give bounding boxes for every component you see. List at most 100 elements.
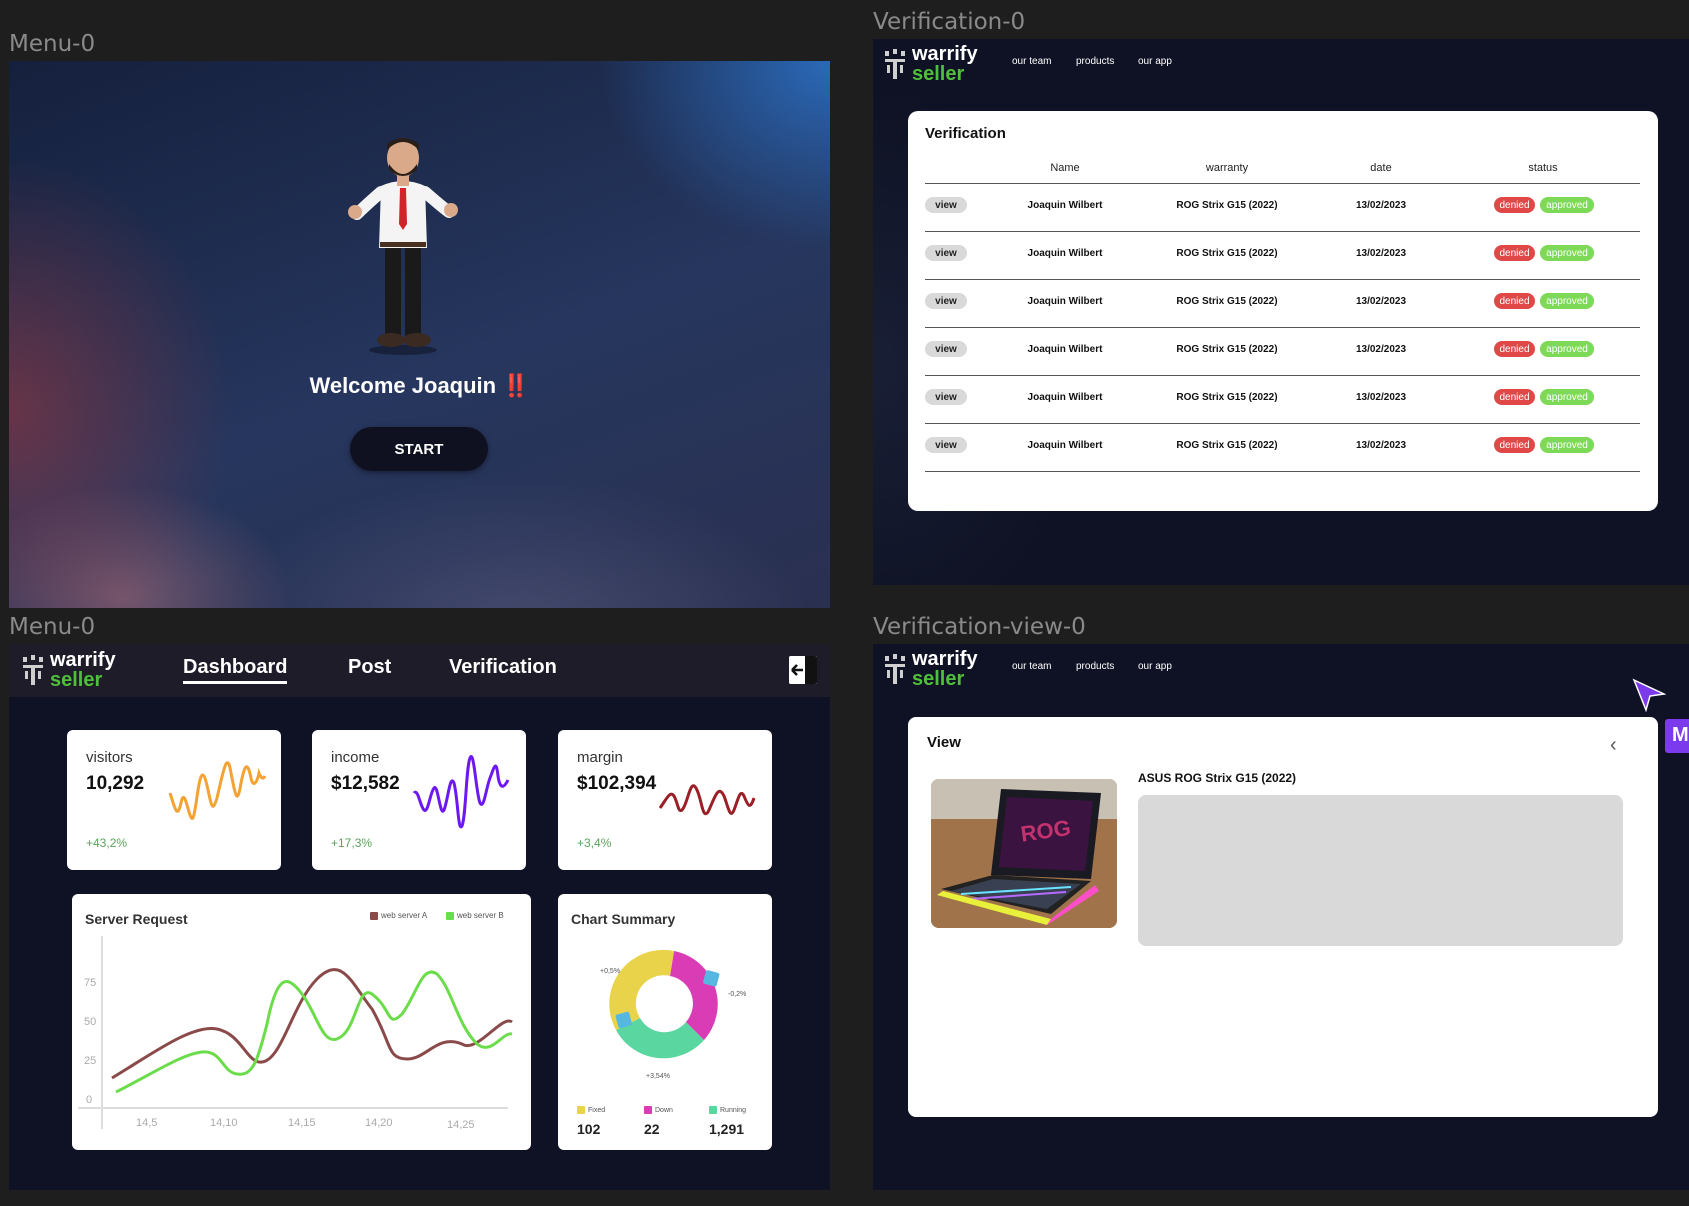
nav-products[interactable]: products	[1076, 56, 1114, 67]
brand-sub: seller	[912, 63, 965, 85]
cell-warranty: ROG Strix G15 (2022)	[1176, 248, 1278, 259]
stat-card-income: income $12,582 +17,3%	[312, 730, 526, 870]
deny-button[interactable]: denied	[1494, 389, 1535, 405]
view-button[interactable]: view	[925, 437, 967, 453]
cell-name: Joaquin Wilbert	[1027, 392, 1103, 403]
chart-summary-card: Chart Summary +0,5% -0,2% +3,54% Fixed D…	[558, 894, 772, 1150]
column-header-warranty: warranty	[1205, 162, 1249, 174]
product-details-box	[1138, 795, 1623, 946]
line-chart: 0 25 50 75 14,5 14,10 14,15 14,20 14,25	[78, 936, 513, 1131]
cell-date: 13/02/2023	[1355, 200, 1407, 211]
stat-value: 10,292	[86, 773, 145, 794]
column-header-status: status	[1528, 162, 1558, 174]
cell-date: 13/02/2023	[1355, 248, 1407, 259]
chevron-left-icon[interactable]: ‹	[1610, 735, 1617, 755]
sparkline-chart	[168, 761, 267, 820]
server-request-card: Server Request web server A web server B…	[72, 894, 531, 1150]
dashboard-navbar: warrify seller Dashboard Post Verificatio…	[9, 644, 830, 697]
welcome-frame: Welcome Joaquin ‼️ START	[9, 61, 830, 608]
cell-warranty: ROG Strix G15 (2022)	[1176, 392, 1278, 403]
stat-label: margin	[577, 749, 623, 766]
summary-value-down: 22	[644, 1121, 660, 1137]
divider	[925, 327, 1640, 328]
cell-date: 13/02/2023	[1355, 296, 1407, 307]
x-tick: 14,5	[136, 1117, 157, 1129]
view-button[interactable]: view	[925, 389, 967, 405]
collaborator-tag: M	[1665, 719, 1689, 753]
view-button[interactable]: view	[925, 197, 967, 213]
deny-button[interactable]: denied	[1494, 341, 1535, 357]
divider	[925, 375, 1640, 376]
legend-fixed: Fixed	[577, 1106, 605, 1114]
cell-warranty: ROG Strix G15 (2022)	[1176, 200, 1278, 211]
deny-button[interactable]: denied	[1494, 197, 1535, 213]
nav-dashboard[interactable]: Dashboard	[183, 656, 288, 684]
y-tick: 50	[84, 1016, 96, 1028]
legend-swatch	[709, 1106, 717, 1114]
cell-name: Joaquin Wilbert	[1027, 296, 1103, 307]
nav-products[interactable]: products	[1076, 661, 1114, 672]
approve-button[interactable]: approved	[1540, 197, 1594, 213]
brand-sub: seller	[50, 669, 103, 691]
donut-annotation: +0,5%	[600, 968, 620, 975]
welcome-heading: Welcome Joaquin ‼️	[309, 373, 530, 398]
summary-value-running: 1,291	[709, 1121, 745, 1137]
brand-logo[interactable]: warrify seller	[884, 649, 978, 689]
verification-frame: warrify seller our team products our app …	[873, 39, 1689, 585]
brand-name: warrify	[50, 649, 116, 671]
summary-value-fixed: 102	[577, 1121, 601, 1137]
column-header-name: Name	[1050, 162, 1080, 174]
cell-date: 13/02/2023	[1355, 392, 1407, 403]
panel-title: Verification	[925, 125, 1006, 142]
x-tick: 14,25	[447, 1119, 475, 1131]
column-header-date: date	[1370, 162, 1392, 174]
cell-name: Joaquin Wilbert	[1027, 440, 1103, 451]
approve-button[interactable]: approved	[1540, 389, 1594, 405]
y-tick: 25	[84, 1055, 96, 1067]
x-tick: 14,20	[365, 1117, 393, 1129]
stat-label: visitors	[86, 749, 133, 766]
divider	[925, 231, 1640, 232]
approve-button[interactable]: approved	[1540, 437, 1594, 453]
deny-button[interactable]: denied	[1494, 437, 1535, 453]
x-tick: 14,10	[210, 1117, 238, 1129]
sparkline-line	[658, 784, 756, 816]
logout-icon[interactable]	[789, 656, 817, 684]
series-web-server-b	[115, 970, 513, 1094]
view-button[interactable]: view	[925, 245, 967, 261]
frame-label-welcome: Menu-0	[9, 31, 96, 57]
businessman-illustration	[348, 138, 458, 355]
divider	[925, 279, 1640, 280]
start-button[interactable]: START	[350, 427, 488, 471]
donut-annotation: +3,54%	[646, 1073, 670, 1080]
stat-change: +43,2%	[86, 836, 128, 850]
nav-verification[interactable]: Verification	[449, 656, 557, 679]
panel-title: View	[927, 734, 961, 751]
cell-name: Joaquin Wilbert	[1027, 344, 1103, 355]
brand-logo[interactable]: warrify seller	[22, 650, 116, 690]
x-tick: 14,15	[288, 1117, 316, 1129]
nav-post[interactable]: Post	[348, 656, 391, 679]
nav-our-team[interactable]: our team	[1012, 661, 1051, 672]
legend-running: Running	[709, 1106, 746, 1114]
logo-icon	[885, 49, 905, 79]
stat-change: +17,3%	[331, 836, 373, 850]
approve-button[interactable]: approved	[1540, 341, 1594, 357]
view-button[interactable]: view	[925, 293, 967, 309]
view-button[interactable]: view	[925, 341, 967, 357]
double-exclamation-icon: ‼️	[502, 373, 530, 398]
nav-our-app[interactable]: our app	[1138, 661, 1172, 672]
cell-date: 13/02/2023	[1355, 440, 1407, 451]
legend-down: Down	[644, 1106, 673, 1114]
deny-button[interactable]: denied	[1494, 245, 1535, 261]
frame-label-verification: Verification-0	[873, 9, 1026, 35]
nav-our-team[interactable]: our team	[1012, 56, 1051, 67]
approve-button[interactable]: approved	[1540, 245, 1594, 261]
frame-label-dashboard: Menu-0	[9, 614, 96, 640]
approve-button[interactable]: approved	[1540, 293, 1594, 309]
brand-logo[interactable]: warrify seller	[884, 44, 978, 84]
donut-annotation: -0,2%	[728, 991, 746, 998]
deny-button[interactable]: denied	[1494, 293, 1535, 309]
nav-our-app[interactable]: our app	[1138, 56, 1172, 67]
cell-name: Joaquin Wilbert	[1027, 200, 1103, 211]
